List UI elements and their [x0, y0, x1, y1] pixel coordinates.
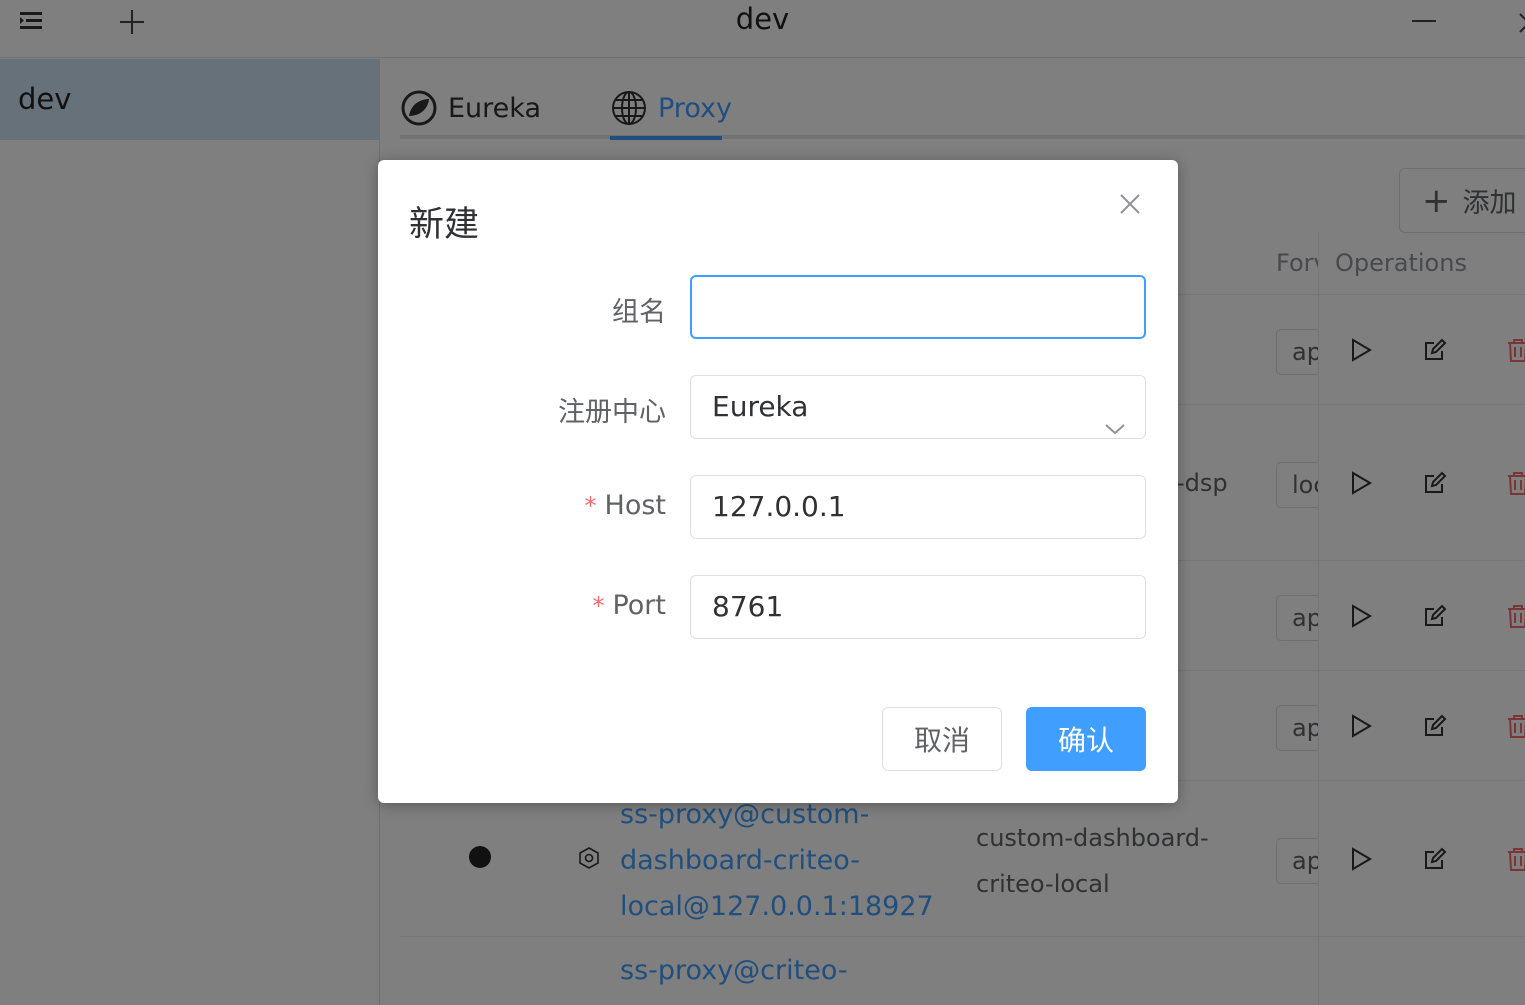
group-name-label: 组名: [612, 297, 666, 328]
dialog-title: 新建: [409, 205, 480, 245]
close-icon[interactable]: [1116, 190, 1144, 218]
registry-selected-value: Eureka: [712, 390, 809, 423]
registry-label: 注册中心: [558, 397, 666, 428]
host-label-text: Host: [604, 490, 666, 521]
port-input[interactable]: 8761: [690, 575, 1146, 639]
new-group-dialog: 新建 组名 注册中心 Eureka * Host 127.0.0.1 * Port …: [378, 160, 1178, 803]
registry-select[interactable]: Eureka: [690, 375, 1146, 439]
required-mark: *: [592, 592, 605, 620]
group-name-input[interactable]: [690, 275, 1146, 339]
chevron-down-icon: [1103, 398, 1127, 435]
host-label: * Host: [585, 490, 666, 521]
confirm-button[interactable]: 确认: [1026, 707, 1146, 771]
required-mark: *: [584, 492, 597, 520]
port-label: * Port: [592, 590, 666, 621]
cancel-button[interactable]: 取消: [882, 707, 1002, 771]
host-input[interactable]: 127.0.0.1: [690, 475, 1146, 539]
port-label-text: Port: [612, 590, 666, 621]
